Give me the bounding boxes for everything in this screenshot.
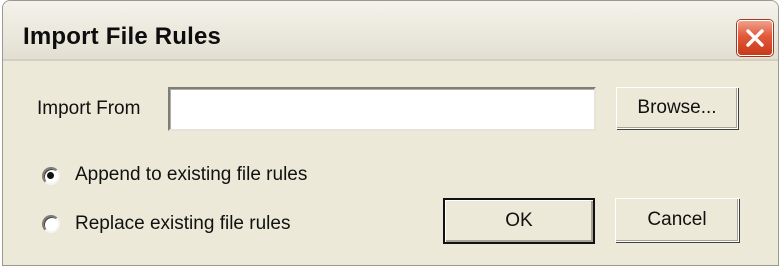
- ok-button[interactable]: OK: [443, 198, 595, 244]
- close-icon: [746, 29, 764, 47]
- replace-radio[interactable]: [42, 215, 60, 233]
- append-option-label[interactable]: Append to existing file rules: [75, 164, 307, 186]
- append-radio[interactable]: [42, 167, 60, 185]
- dialog-title: Import File Rules: [23, 23, 222, 50]
- close-button[interactable]: [737, 20, 773, 56]
- import-from-label: Import From: [37, 98, 141, 119]
- replace-option-label[interactable]: Replace existing file rules: [75, 213, 290, 235]
- import-file-rules-dialog: Import File Rules Import From Browse... …: [2, 0, 779, 266]
- radio-selected-icon: [47, 172, 54, 179]
- import-from-input[interactable]: [168, 87, 596, 131]
- browse-button[interactable]: Browse...: [616, 87, 738, 129]
- title-bar: Import File Rules: [3, 1, 778, 61]
- cancel-button[interactable]: Cancel: [615, 198, 739, 242]
